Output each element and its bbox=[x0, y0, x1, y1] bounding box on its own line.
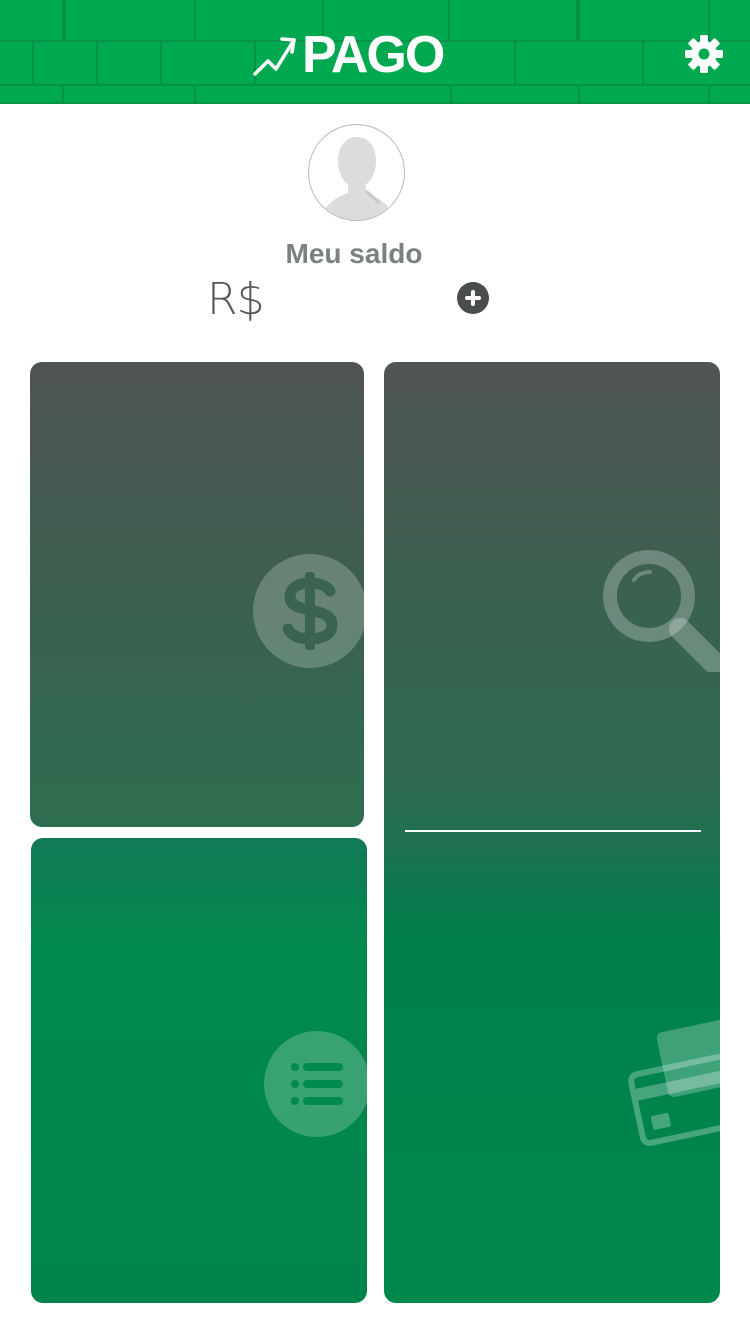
plus-circle-icon[interactable] bbox=[457, 282, 489, 314]
header-brick bbox=[450, 84, 580, 104]
credit-card-icon bbox=[628, 1020, 720, 1146]
balance-currency: R$ bbox=[207, 274, 265, 325]
header-brick bbox=[0, 0, 64, 42]
list-circle-icon bbox=[264, 1031, 367, 1137]
header-brick bbox=[578, 84, 710, 104]
app-logo: PAGO bbox=[252, 26, 445, 84]
panel-divider bbox=[405, 830, 701, 832]
dollar-card[interactable] bbox=[30, 362, 364, 827]
balance-label: Meu saldo bbox=[285, 238, 423, 269]
logo-wordmark: PAGO bbox=[302, 26, 445, 84]
header-brick bbox=[514, 40, 644, 86]
gear-icon[interactable] bbox=[684, 34, 724, 74]
trend-arrow-icon bbox=[253, 37, 296, 76]
avatar[interactable] bbox=[308, 124, 405, 221]
header-brick bbox=[62, 84, 196, 104]
list-card[interactable] bbox=[31, 838, 367, 1303]
header-brick bbox=[96, 40, 162, 86]
search-and-cards-panel[interactable] bbox=[384, 362, 720, 1303]
header-brick bbox=[160, 40, 256, 86]
dollar-circle-icon bbox=[253, 554, 364, 668]
search-icon bbox=[603, 550, 720, 672]
app-header: PAGO bbox=[0, 0, 750, 104]
header-brick bbox=[64, 0, 196, 42]
header-brick bbox=[448, 0, 578, 42]
header-brick bbox=[0, 84, 64, 104]
header-brick bbox=[0, 40, 34, 86]
header-brick bbox=[32, 40, 98, 86]
user-silhouette-icon bbox=[319, 137, 396, 220]
